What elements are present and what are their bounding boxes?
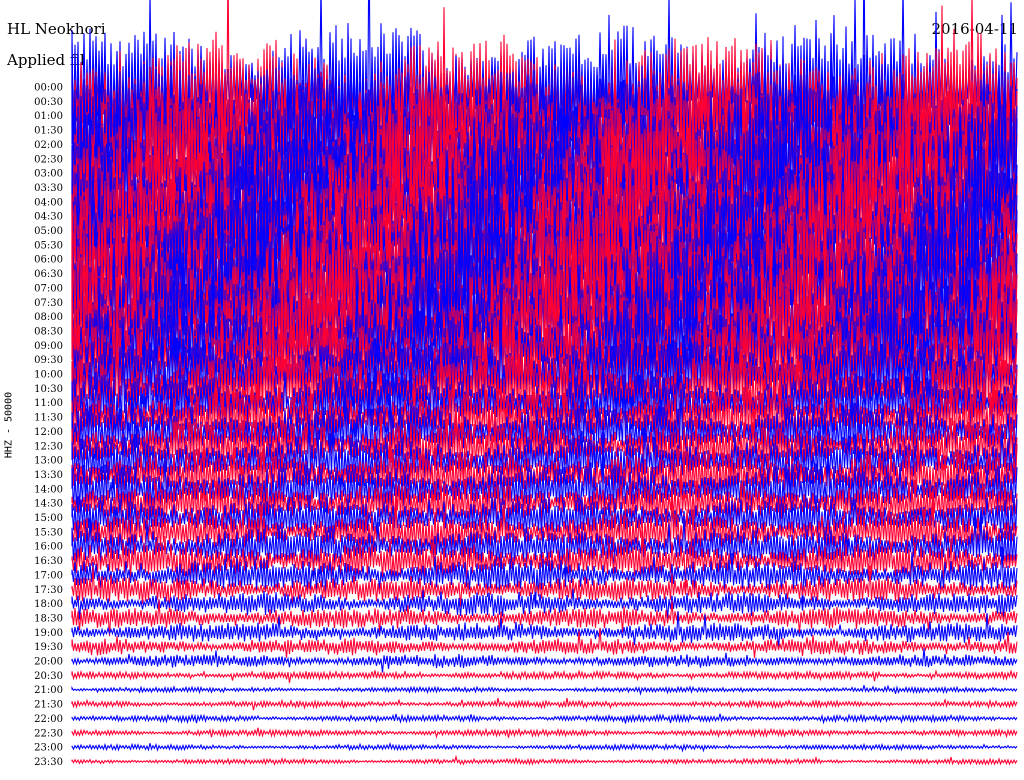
- time-label-0930: 09:30: [34, 355, 63, 366]
- time-label-0200: 02:00: [34, 140, 63, 151]
- time-label-0700: 07:00: [34, 283, 63, 294]
- time-label-0830: 08:30: [34, 326, 63, 337]
- time-label-0500: 05:00: [34, 226, 63, 237]
- time-label-2200: 22:00: [34, 714, 63, 725]
- time-label-1700: 17:00: [34, 570, 63, 581]
- time-label-0400: 04:00: [34, 197, 63, 208]
- time-label-0130: 01:30: [34, 126, 63, 137]
- time-label-2030: 20:30: [34, 671, 63, 682]
- helicorder-plot: HL Neokhori Applied fil 2016-04-11 HHZ -…: [0, 0, 1024, 780]
- trace-2230: [71, 727, 1018, 739]
- time-label-1900: 19:00: [34, 628, 63, 639]
- time-label-1400: 14:00: [34, 484, 63, 495]
- time-label-1200: 12:00: [34, 427, 63, 438]
- time-label-1600: 16:00: [34, 542, 63, 553]
- time-label-0630: 06:30: [34, 269, 63, 280]
- time-label-0330: 03:30: [34, 183, 63, 194]
- trace-2200: [71, 713, 1018, 725]
- time-label-2300: 23:00: [34, 743, 63, 754]
- time-label-1800: 18:00: [34, 599, 63, 610]
- time-label-1630: 16:30: [34, 556, 63, 567]
- time-label-0600: 06:00: [34, 255, 63, 266]
- time-label-0100: 01:00: [34, 111, 63, 122]
- time-label-2000: 20:00: [34, 657, 63, 668]
- time-label-0000: 00:00: [34, 83, 63, 94]
- helicorder-traces: 00:00 00:30 01:00 01:30 02:00 02:30 03:00 03:30…: [34, 0, 1018, 768]
- time-label-1230: 12:30: [34, 441, 63, 452]
- time-label-0300: 03:00: [34, 169, 63, 180]
- time-label-0530: 05:30: [34, 240, 63, 251]
- trace-2300: [71, 741, 1018, 753]
- time-label-1130: 11:30: [34, 413, 63, 424]
- time-label-1300: 13:00: [34, 456, 63, 467]
- trace-2100: [71, 684, 1018, 696]
- time-label-1530: 15:30: [34, 527, 63, 538]
- time-label-1430: 14:30: [34, 499, 63, 510]
- time-label-1730: 17:30: [34, 585, 63, 596]
- trace-2330: [71, 754, 1018, 766]
- time-label-0430: 04:30: [34, 212, 63, 223]
- time-label-0800: 08:00: [34, 312, 63, 323]
- time-label-1330: 13:30: [34, 470, 63, 481]
- time-label-0730: 07:30: [34, 298, 63, 309]
- time-label-1930: 19:30: [34, 642, 63, 653]
- time-label-2230: 22:30: [34, 728, 63, 739]
- trace-2030: [71, 669, 1018, 683]
- time-label-2330: 23:30: [34, 757, 63, 768]
- time-label-2100: 21:00: [34, 685, 63, 696]
- trace-2130: [71, 697, 1018, 711]
- time-label-1830: 18:30: [34, 613, 63, 624]
- time-label-0030: 00:30: [34, 97, 63, 108]
- time-label-1100: 11:00: [34, 398, 63, 409]
- time-label-1030: 10:30: [34, 384, 63, 395]
- time-label-1500: 15:00: [34, 513, 63, 524]
- time-label-1000: 10:00: [34, 370, 63, 381]
- time-label-0230: 02:30: [34, 154, 63, 165]
- time-label-2130: 21:30: [34, 700, 63, 711]
- time-label-0900: 09:00: [34, 341, 63, 352]
